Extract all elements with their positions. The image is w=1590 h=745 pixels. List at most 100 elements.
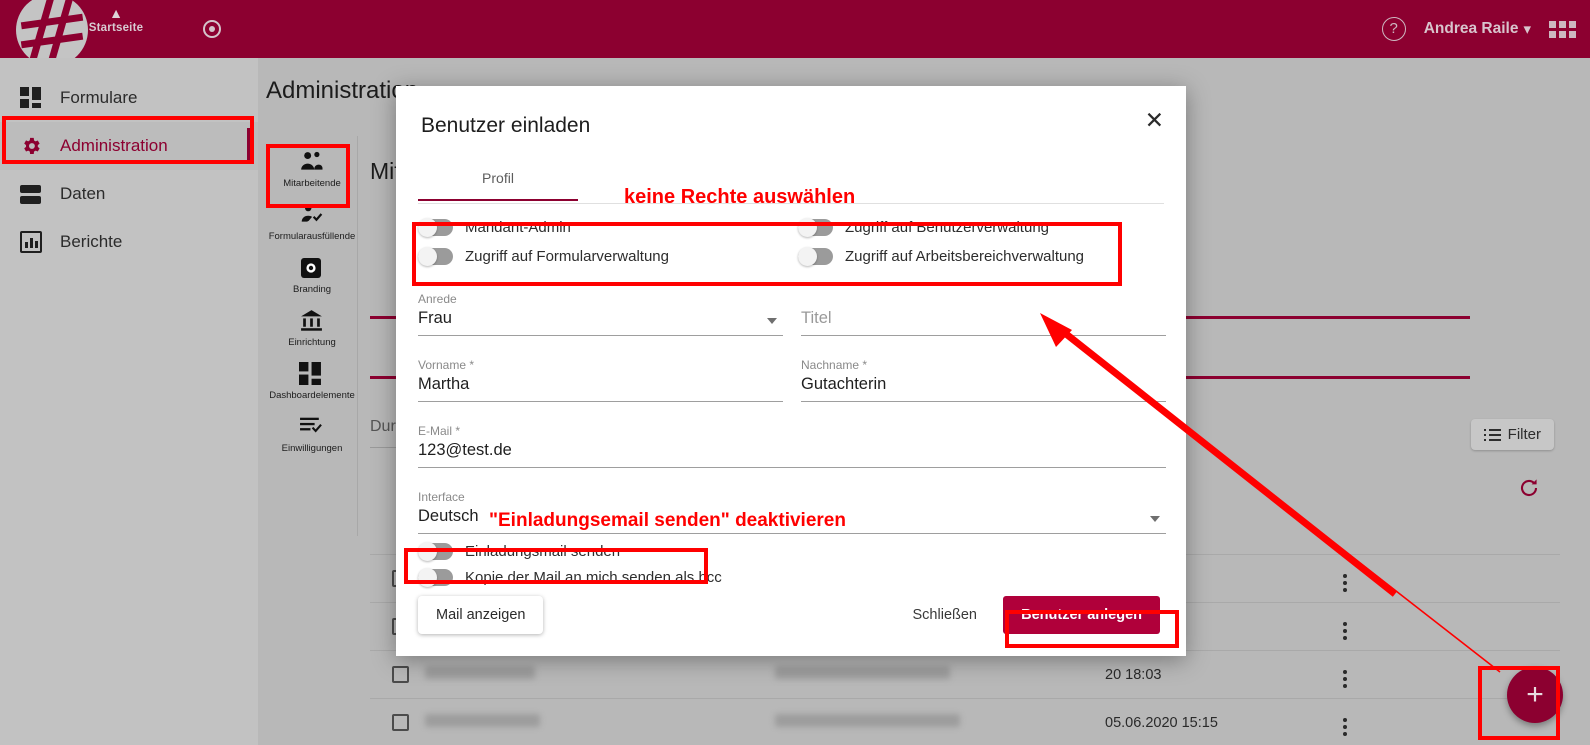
filter-button-label: Filter (1507, 426, 1541, 443)
filter-list-icon (1483, 428, 1501, 441)
top-bar: ▲ Startseite ? Andrea Raile ▾ (0, 0, 1590, 66)
add-user-fab[interactable]: + (1507, 667, 1563, 723)
annotation-einladungsmail: "Einladungsemail senden" deaktivieren (489, 510, 846, 531)
rail-item-label: Einwilligungen (281, 443, 343, 454)
close-icon[interactable]: ✕ (1145, 109, 1164, 132)
target-icon[interactable] (203, 20, 221, 38)
rail-item-formularausfuellende[interactable]: Formularausfüllende (266, 195, 358, 248)
toggle-kopie-bcc[interactable]: Kopie der Mail an mich senden als bcc (418, 564, 722, 590)
sidebar-item-label: Administration (60, 136, 168, 155)
sidebar-item-daten[interactable]: Daten (0, 170, 258, 218)
sidebar-item-administration[interactable]: Administration (0, 122, 258, 170)
app-logo[interactable] (16, 0, 88, 66)
rail-item-einrichtung[interactable]: Einrichtung (266, 301, 358, 354)
rail-item-branding[interactable]: Branding (266, 248, 358, 301)
close-button[interactable]: Schließen (913, 596, 977, 634)
toggle-mandant-admin[interactable]: Mandant-Admin (418, 214, 798, 240)
toggle-arbeitsbereichverwaltung[interactable]: Zugriff auf Arbeitsbereichverwaltung (798, 243, 1164, 269)
mail-option-label: Einladungsmail senden (465, 542, 621, 560)
apps-grid-icon[interactable] (1549, 20, 1576, 38)
gear-icon (20, 135, 48, 157)
row-checkbox[interactable] (392, 714, 409, 731)
email-input[interactable]: 123@test.de (418, 441, 1166, 468)
field-anrede[interactable]: Anrede Frau (418, 292, 783, 336)
sidebar-item-label: Daten (60, 184, 106, 203)
refresh-icon[interactable] (1517, 476, 1541, 500)
show-mail-button[interactable]: Mail anzeigen (418, 596, 544, 634)
row-date: 05.06.2020 15:15 (1105, 714, 1218, 731)
nachname-input[interactable]: Gutachterin (801, 375, 1166, 402)
rail-item-dashboardelemente[interactable]: Dashboardelemente (266, 354, 358, 407)
rail-item-label: Branding (292, 284, 332, 295)
rail-item-mitarbeitende[interactable]: Mitarbeitende (266, 142, 358, 195)
row-email (775, 666, 1105, 683)
row-checkbox[interactable] (392, 666, 409, 683)
list-check-icon (299, 415, 325, 439)
vorname-input[interactable]: Martha (418, 375, 783, 402)
section-rail: Mitarbeitende Formularausfüllende Brandi… (266, 136, 358, 536)
create-user-button[interactable]: Benutzer anlegen (1003, 596, 1160, 634)
field-label: Anrede (418, 292, 457, 306)
chevron-down-icon (767, 318, 777, 324)
table-row[interactable]: 05.06.2020 15:15 (370, 699, 1560, 745)
permission-label: Mandant-Admin (465, 218, 571, 236)
row-name (425, 714, 775, 731)
chevron-down-icon (1150, 516, 1160, 522)
more-vert-icon (1343, 717, 1347, 736)
toggle-switch-icon (418, 567, 453, 587)
permission-label: Zugriff auf Arbeitsbereichverwaltung (845, 247, 1085, 265)
nav-home[interactable]: ▲ Startseite (84, 6, 148, 35)
database-icon (20, 183, 48, 205)
field-titel[interactable]: Titel (801, 292, 1166, 336)
table-row[interactable]: 20 18:03 (370, 651, 1560, 699)
rail-item-einwilligungen[interactable]: Einwilligungen (266, 407, 358, 460)
invite-user-dialog: Benutzer einladen ✕ Profil Mandant-Admin… (396, 86, 1186, 656)
more-vert-icon (1343, 669, 1347, 688)
tab-profil[interactable]: Profil (418, 170, 578, 201)
toggle-benutzerverwaltung[interactable]: Zugriff auf Benutzerverwaltung (798, 214, 1164, 240)
row-date: 20 18:03 (1105, 666, 1162, 683)
anrede-select[interactable]: Frau (418, 309, 783, 336)
sidebar-item-berichte[interactable]: Berichte (0, 218, 258, 266)
nav-home-label: Startseite (88, 22, 144, 34)
help-circle-icon[interactable]: ? (1381, 17, 1406, 41)
titel-input[interactable]: Titel (801, 309, 1166, 336)
field-label (801, 292, 1166, 306)
permissions-group: Mandant-Admin Zugriff auf Benutzerverwal… (418, 214, 1164, 269)
person-check-icon (299, 203, 325, 227)
field-email[interactable]: E-Mail * 123@test.de (418, 424, 1166, 468)
row-actions-button[interactable] (1315, 710, 1375, 736)
annotation-keine-rechte: keine Rechte auswählen (624, 186, 856, 208)
app-root: ▲ Startseite ? Andrea Raile ▾ Formulare (0, 0, 1590, 745)
row-actions-button[interactable] (1315, 566, 1375, 592)
dialog-title: Benutzer einladen (421, 114, 591, 137)
field-label: Interface (418, 490, 465, 504)
toggle-switch-icon (418, 541, 453, 561)
chevron-down-icon: ▾ (1523, 21, 1531, 38)
user-name-label: Andrea Raile (1423, 20, 1519, 37)
row-name (425, 666, 775, 683)
rail-item-label: Mitarbeitende (283, 178, 341, 189)
row-actions-button[interactable] (1315, 614, 1375, 640)
sidebar-item-formulare[interactable]: Formulare (0, 74, 258, 122)
field-label: Vorname * (418, 358, 475, 372)
field-vorname[interactable]: Vorname * Martha (418, 358, 783, 402)
filter-button[interactable]: Filter (1470, 419, 1554, 450)
people-icon (299, 150, 325, 174)
chart-bar-icon (20, 231, 48, 253)
field-nachname[interactable]: Nachname * Gutachterin (801, 358, 1166, 402)
toggle-switch-icon (798, 246, 833, 266)
sidebar-item-label: Berichte (60, 232, 123, 251)
toggle-formularverwaltung[interactable]: Zugriff auf Formularverwaltung (418, 243, 798, 269)
profile-form: Anrede Frau Titel Vorname * Martha Nachn… (418, 292, 1166, 534)
row-actions-button[interactable] (1315, 662, 1375, 688)
toggle-einladungsmail-senden[interactable]: Einladungsmail senden (418, 538, 722, 564)
permission-label: Zugriff auf Formularverwaltung (465, 247, 669, 265)
field-label: E-Mail * (418, 424, 461, 438)
sidebar-item-label: Formulare (60, 88, 138, 107)
plus-icon: + (1526, 678, 1544, 711)
forms-icon (20, 87, 48, 109)
rail-item-label: Einrichtung (288, 337, 336, 348)
user-menu[interactable]: Andrea Raile ▾ (1424, 20, 1531, 38)
top-bar-right: ? Andrea Raile ▾ (1381, 0, 1576, 58)
